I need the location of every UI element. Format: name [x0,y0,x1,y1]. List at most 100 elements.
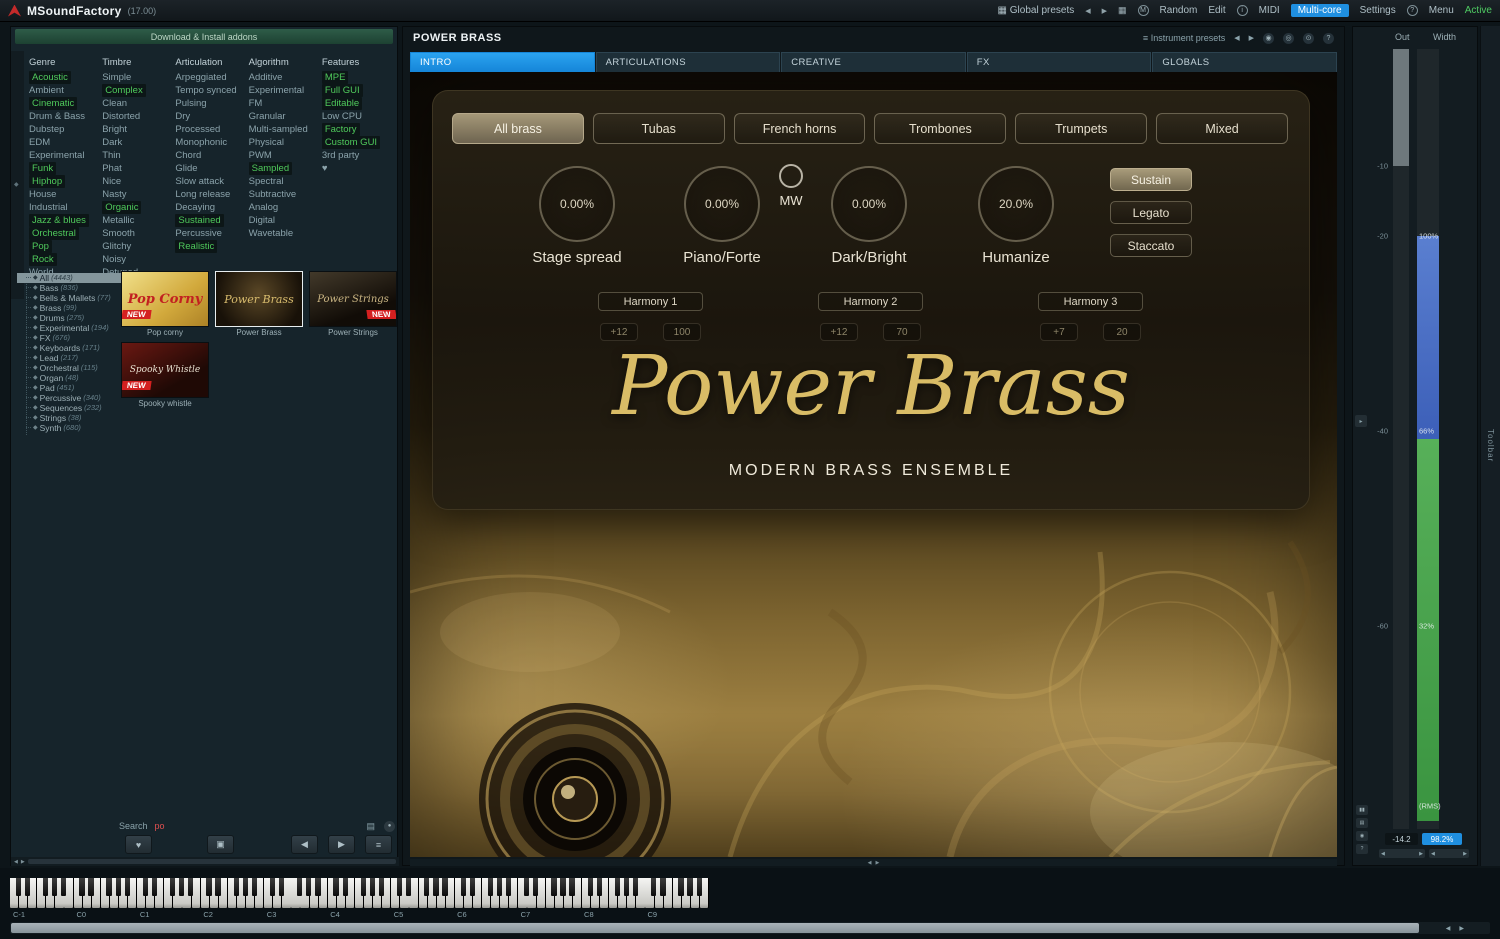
filter-item-funk[interactable]: Funk [29,162,56,175]
black-key[interactable] [61,878,66,896]
browse-presets-icon[interactable]: ▦ [1118,5,1127,16]
filter-item-industrial[interactable]: Industrial [29,201,102,214]
stage-spread-knob[interactable]: 0.00%Stage spread [517,166,637,266]
harmony-amount-box[interactable]: 70 [883,323,921,341]
black-key[interactable] [333,878,338,896]
filter-item-dry[interactable]: Dry [175,110,248,123]
black-key[interactable] [488,878,493,896]
filter-item-dark[interactable]: Dark [102,136,175,149]
preset-thumbnail-pop-corny[interactable]: Pop CornyNEWPop corny [119,271,211,339]
menu-button[interactable]: Menu [1429,5,1454,16]
black-key[interactable] [506,878,511,896]
preset-thumbnail-spooky-whistle[interactable]: Spooky WhistleNEWSpooky whistle [119,342,211,410]
filter-item-ambient[interactable]: Ambient [29,84,102,97]
black-key[interactable] [252,878,257,896]
random-button[interactable]: Random [1160,5,1198,16]
melda-account-icon[interactable]: M [1138,5,1149,16]
scroll-left-icon[interactable]: ◀ [1446,925,1451,932]
black-key[interactable] [442,878,447,896]
filter-item-rock[interactable]: Rock [29,253,57,266]
width-meter[interactable] [1417,49,1439,829]
filter-item-clean[interactable]: Clean [102,97,175,110]
tree-item-sequences[interactable]: ◆Sequences(232) [17,403,123,413]
preset-thumbnail-power-brass[interactable]: Power BrassPower Brass [213,271,305,339]
filter-scrollbar[interactable]: ◆ [11,51,24,299]
harmony-1-button[interactable]: Harmony 1 [598,292,703,311]
next-result-button[interactable]: ▶ [328,835,355,854]
record-icon[interactable]: ◉ [1356,831,1368,841]
black-key[interactable] [25,878,30,896]
filter-item-distorted[interactable]: Distorted [102,110,175,123]
black-key[interactable] [315,878,320,896]
articulation-button-sustain[interactable]: Sustain [1110,168,1192,191]
filter-item-sustained[interactable]: Sustained [175,214,223,227]
harmony-3-button[interactable]: Harmony 3 [1038,292,1143,311]
filter-item-custom-gui[interactable]: Custom GUI [322,136,380,149]
filter-item-wavetable[interactable]: Wavetable [249,227,322,240]
black-key[interactable] [279,878,284,896]
tree-item-drums[interactable]: ◆Drums(275) [17,313,123,323]
filter-item-complex[interactable]: Complex [102,84,146,97]
scroll-left-icon[interactable]: ◀ [1431,851,1435,857]
tab-fx[interactable]: FX [967,52,1152,72]
black-key[interactable] [188,878,193,896]
black-key[interactable] [343,878,348,896]
scroll-left-icon[interactable]: ◀ [868,860,872,866]
scrollbar-thumb[interactable] [11,923,1419,933]
scroll-right-icon[interactable]: ▶ [1463,851,1467,857]
filter-item-sampled[interactable]: Sampled [249,162,293,175]
onscreen-keyboard-icon[interactable]: ▤ [366,821,375,832]
tree-item-all[interactable]: ◆All(4443) [17,273,123,283]
filter-item-glitchy[interactable]: Glitchy [102,240,175,253]
black-key[interactable] [678,878,683,896]
black-key[interactable] [551,878,556,896]
black-key[interactable] [297,878,302,896]
filter-item-additive[interactable]: Additive [249,71,322,84]
black-key[interactable] [524,878,529,896]
black-key[interactable] [243,878,248,896]
section-button-mixed[interactable]: Mixed [1156,113,1288,144]
eye-icon[interactable]: ⊙ [1303,33,1314,44]
filter-item-noisy[interactable]: Noisy [102,253,175,266]
black-key[interactable] [424,878,429,896]
filter-item-bright[interactable]: Bright [102,123,175,136]
filter-item-arpeggiated[interactable]: Arpeggiated [175,71,248,84]
midi-button[interactable]: MIDI [1259,5,1280,16]
melda-logo-icon[interactable] [8,5,21,17]
harmony-interval-box[interactable]: +7 [1040,323,1078,341]
black-key[interactable] [433,878,438,896]
pause-icon[interactable]: ▮▮ [1356,805,1368,815]
scroll-right-icon[interactable]: ▶ [876,860,880,866]
filter-item-mpe[interactable]: MPE [322,71,349,84]
filter-item-editable[interactable]: Editable [322,97,362,110]
tab-articulations[interactable]: ARTICULATIONS [596,52,781,72]
black-key[interactable] [697,878,702,896]
filter-item-simple[interactable]: Simple [102,71,175,84]
browser-scrollbar[interactable]: ◀ ▶ [11,857,399,866]
black-key[interactable] [651,878,656,896]
out-meter-scrollbar[interactable]: ◀ ▶ [1379,849,1425,858]
filter-item-house[interactable]: House [29,188,102,201]
keyboard-icon[interactable]: ▤ [1356,818,1368,828]
out-value[interactable]: -14.2 [1385,833,1418,845]
next-instrument-preset-button[interactable]: ▶ [1249,34,1254,42]
tree-item-bass[interactable]: ◆Bass(836) [17,283,123,293]
tree-item-bells-mallets[interactable]: ◆Bells & Mallets(77) [17,293,123,303]
tree-item-strings[interactable]: ◆Strings(38) [17,413,123,423]
prev-instrument-preset-button[interactable]: ◀ [1234,34,1239,42]
filter-item-subtractive[interactable]: Subtractive [249,188,322,201]
black-key[interactable] [52,878,57,896]
tree-item-keyboards[interactable]: ◆Keyboards(171) [17,343,123,353]
tree-item-lead[interactable]: ◆Lead(217) [17,353,123,363]
filter-item-percussive[interactable]: Percussive [175,227,248,240]
filter-item-factory[interactable]: Factory [322,123,360,136]
tree-item-fx[interactable]: ◆FX(676) [17,333,123,343]
tree-item-experimental[interactable]: ◆Experimental(194) [17,323,123,333]
width-value[interactable]: 98.2% [1422,833,1462,845]
help-icon[interactable]: ? [1323,33,1334,44]
black-key[interactable] [633,878,638,896]
section-button-tubas[interactable]: Tubas [593,113,725,144]
black-key[interactable] [170,878,175,896]
meter-collapse-button[interactable]: ▸ [1355,415,1367,427]
filter-item-low-cpu[interactable]: Low CPU [322,110,395,123]
